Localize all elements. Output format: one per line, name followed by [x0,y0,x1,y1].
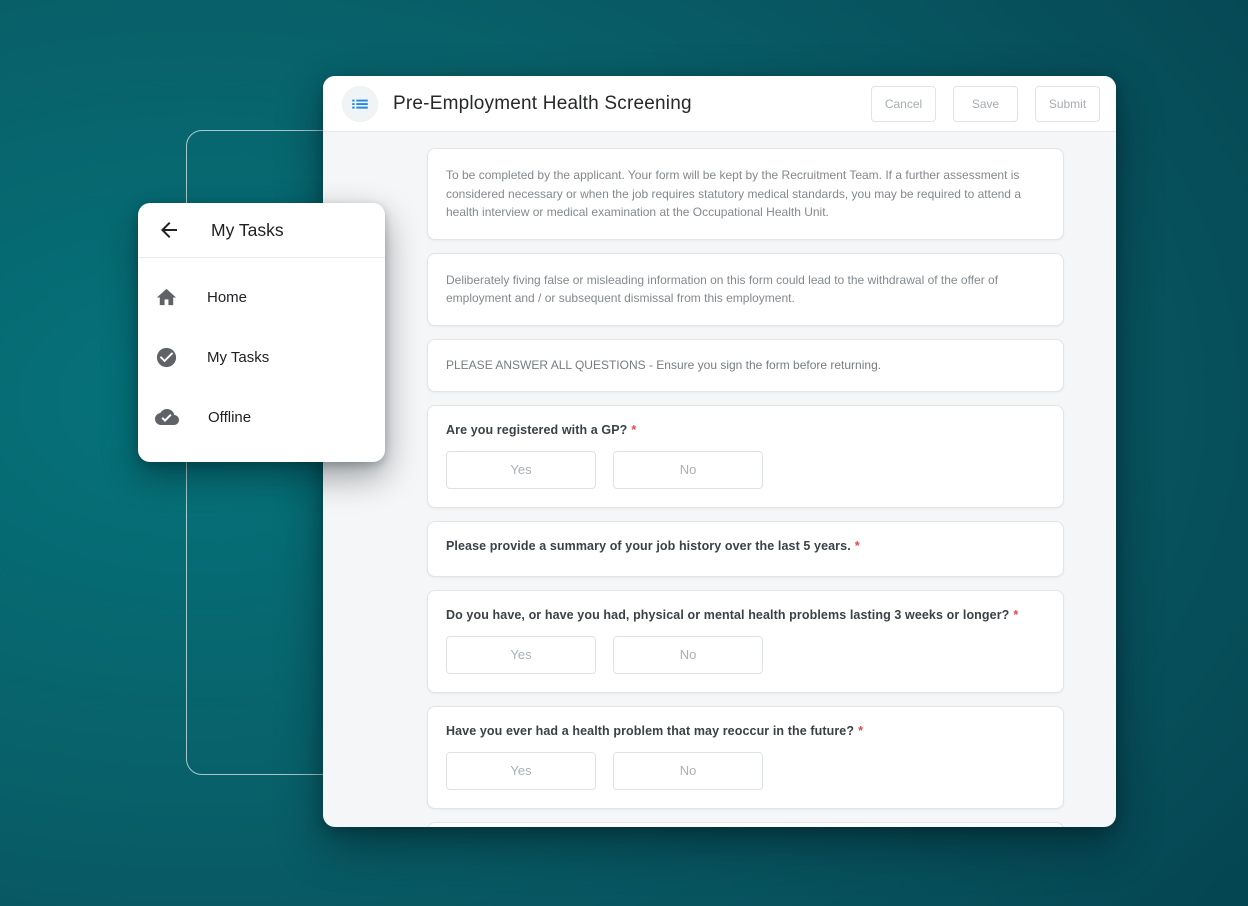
sidebar-item-label: Offline [208,409,251,426]
no-button[interactable]: No [613,752,763,790]
list-icon [349,93,371,115]
header-actions: Cancel Save Submit [871,86,1100,122]
question-box-job-history[interactable]: Please provide a summary of your job his… [427,521,1064,577]
required-asterisk: * [858,724,863,738]
question-label: Are you registered with a GP?* [446,423,1045,437]
no-button[interactable]: No [613,451,763,489]
required-asterisk: * [1013,608,1018,622]
notice-box: To be completed by the applicant. Your f… [427,148,1064,240]
required-asterisk: * [855,539,860,553]
question-label: Please provide a summary of your job his… [446,539,1045,553]
form-header: Pre-Employment Health Screening Cancel S… [323,76,1116,132]
page-title: Pre-Employment Health Screening [393,93,692,115]
required-asterisk: * [631,423,636,437]
save-button[interactable]: Save [953,86,1018,122]
form-body: To be completed by the applicant. Your f… [323,132,1116,827]
yes-button[interactable]: Yes [446,636,596,674]
sidebar-item-offline[interactable]: Offline [138,387,385,447]
answer-options: Yes No [446,451,1045,489]
home-icon [155,286,178,309]
answer-options: Yes No [446,752,1045,790]
sidebar-item-my-tasks[interactable]: My Tasks [138,327,385,387]
question-box-reoccur: Have you ever had a health problem that … [427,706,1064,809]
sidebar-item-label: My Tasks [207,349,269,366]
notice-box: PLEASE ANSWER ALL QUESTIONS - Ensure you… [427,339,1064,392]
answer-options: Yes No [446,636,1045,674]
no-button[interactable]: No [613,636,763,674]
yes-button[interactable]: Yes [446,451,596,489]
my-tasks-panel: My Tasks Home My Tasks Offline [138,203,385,462]
sidebar-items: Home My Tasks Offline [138,258,385,447]
sidebar-title: My Tasks [211,220,284,241]
check-circle-icon [155,346,178,369]
cloud-check-icon [155,405,179,429]
arrow-left-icon[interactable] [157,218,181,242]
submit-button[interactable]: Submit [1035,86,1100,122]
sidebar-item-label: Home [207,289,247,306]
form-icon-circle [342,86,378,122]
sidebar-item-home[interactable]: Home [138,267,385,327]
cancel-button[interactable]: Cancel [871,86,936,122]
form-card: Pre-Employment Health Screening Cancel S… [323,76,1116,827]
question-box-gp-registered: Are you registered with a GP?* Yes No [427,405,1064,508]
question-box-health-problems: Do you have, or have you had, physical o… [427,590,1064,693]
question-label: Have you ever had a health problem that … [446,724,1045,738]
notice-box: Deliberately fiving false or misleading … [427,253,1064,326]
question-box-medication[interactable]: Are you taking any prescribed medication… [427,822,1064,827]
question-label: Do you have, or have you had, physical o… [446,608,1045,622]
sidebar-header: My Tasks [138,203,385,258]
yes-button[interactable]: Yes [446,752,596,790]
